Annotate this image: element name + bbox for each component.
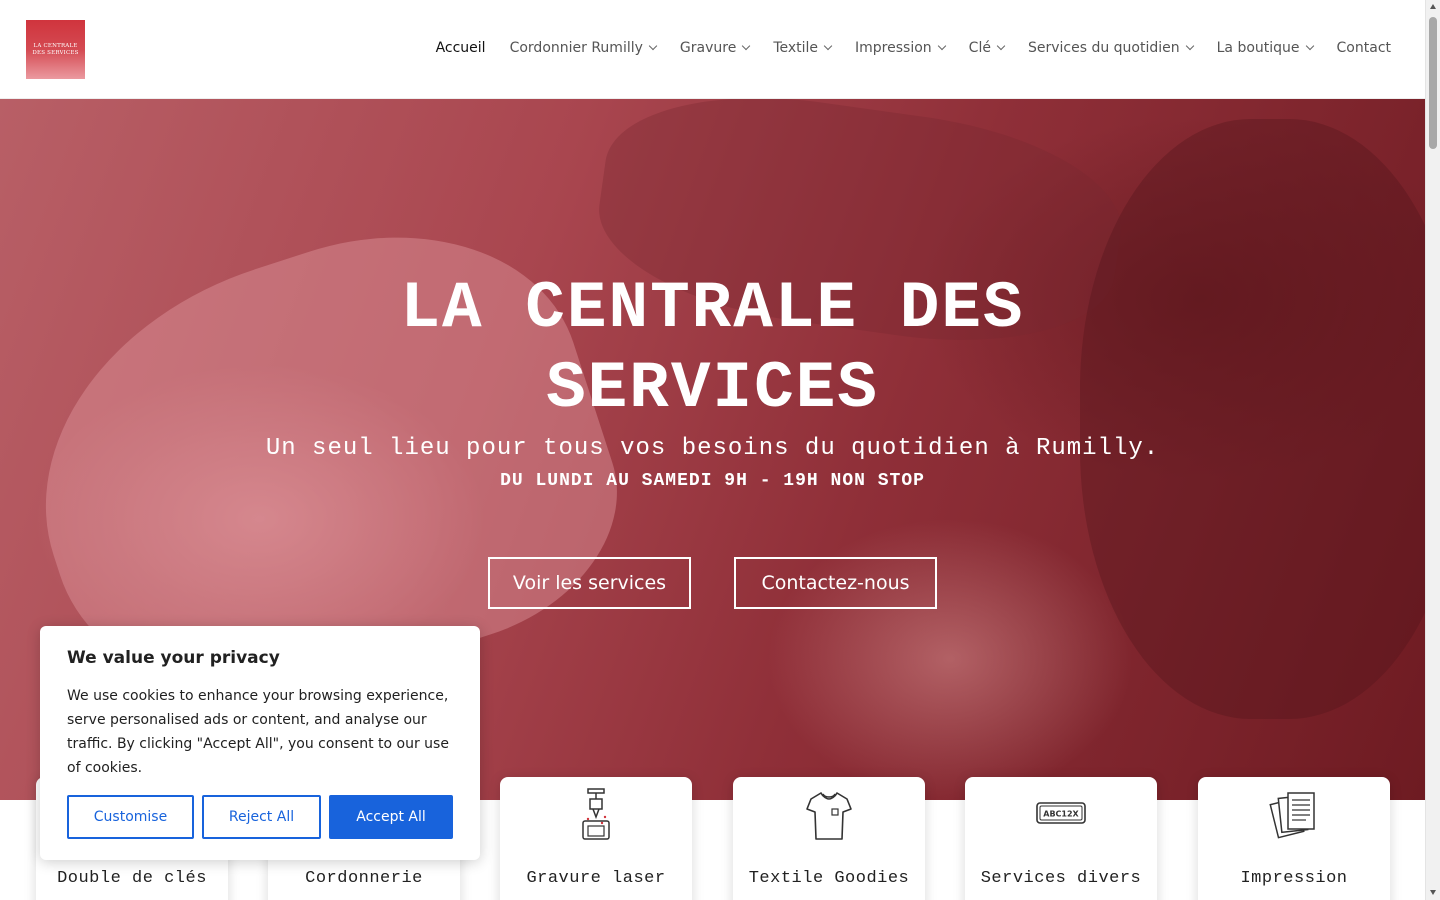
scroll-down-arrow-icon[interactable] xyxy=(1430,890,1436,895)
service-card-label: Services divers xyxy=(980,869,1142,888)
chevron-down-icon xyxy=(1185,41,1194,51)
site-header: LA CENTRALE DES SERVICES Accueil Cordonn… xyxy=(0,0,1425,99)
cookie-consent-banner: We value your privacy We use cookies to … xyxy=(40,626,480,860)
license-plate-icon: ABC12X xyxy=(1036,802,1086,824)
accept-all-button[interactable]: Accept All xyxy=(329,795,453,839)
hero-title-line2: SERVICES xyxy=(546,351,879,426)
service-card-divers[interactable]: ABC12X Services divers xyxy=(965,777,1157,900)
opening-hours: DU LUNDI AU SAMEDI 9H - 19H NON STOP xyxy=(500,471,925,491)
nav-item-label: Textile xyxy=(773,40,819,56)
service-card-label: Gravure laser xyxy=(526,869,666,888)
documents-icon xyxy=(1269,792,1315,839)
scroll-up-arrow-icon[interactable] xyxy=(1430,4,1436,9)
tshirt-icon xyxy=(806,792,852,840)
scroll-thumb[interactable] xyxy=(1429,17,1437,149)
chevron-down-icon xyxy=(823,41,833,51)
chevron-down-icon xyxy=(937,41,946,51)
site-logo[interactable]: LA CENTRALE DES SERVICES xyxy=(26,20,85,79)
laser-engraver-icon xyxy=(582,788,610,840)
plate-text: ABC12X xyxy=(1043,810,1079,819)
service-card-label: Impression xyxy=(1240,869,1348,888)
view-services-button[interactable]: Voir les services xyxy=(488,557,691,609)
nav-item-services-quotidien[interactable]: Services du quotidien xyxy=(1027,40,1194,56)
page-scrollbar[interactable] xyxy=(1425,0,1440,900)
nav-item-label: Services du quotidien xyxy=(1027,40,1180,56)
nav-item-label: Contact xyxy=(1336,40,1391,56)
nav-item-impression[interactable]: Impression xyxy=(855,40,946,56)
nav-item-label: La boutique xyxy=(1216,40,1300,56)
nav-item-textile[interactable]: Textile xyxy=(773,40,833,56)
cookie-title: We value your privacy xyxy=(67,648,280,668)
nav-item-label: Accueil xyxy=(435,40,486,56)
service-card-label: Textile Goodies xyxy=(748,869,910,888)
nav-item-label: Clé xyxy=(968,40,991,56)
main-nav: Accueil Cordonnier Rumilly Gravure Texti… xyxy=(412,40,1391,56)
nav-item-accueil[interactable]: Accueil xyxy=(436,40,486,56)
cookie-description: We use cookies to enhance your browsing … xyxy=(67,688,449,776)
service-card-label: Double de clés xyxy=(57,869,207,888)
nav-item-label: Gravure xyxy=(679,40,737,56)
nav-item-contact[interactable]: Contact xyxy=(1337,40,1391,56)
reject-all-button[interactable]: Reject All xyxy=(202,795,321,839)
nav-item-cle[interactable]: Clé xyxy=(968,40,1006,56)
service-card-label: Cordonnerie xyxy=(305,869,423,888)
nav-item-gravure[interactable]: Gravure xyxy=(679,40,751,56)
chevron-down-icon xyxy=(996,41,1006,51)
service-card-textile[interactable]: Textile Goodies xyxy=(733,777,925,900)
nav-item-boutique[interactable]: La boutique xyxy=(1216,40,1314,56)
service-card-gravure[interactable]: Gravure laser xyxy=(500,777,692,900)
nav-item-label: Cordonnier Rumilly xyxy=(509,40,643,56)
hero-title-line1: LA CENTRALE DES xyxy=(400,271,1025,346)
contact-us-button[interactable]: Contactez-nous xyxy=(734,557,937,609)
chevron-down-icon xyxy=(648,41,658,51)
nav-item-cordonnier[interactable]: Cordonnier Rumilly xyxy=(509,40,658,56)
service-card-impression[interactable]: Impression xyxy=(1198,777,1390,900)
hero-subtitle: Un seul lieu pour tous vos besoins du qu… xyxy=(265,435,1160,462)
chevron-down-icon xyxy=(742,41,751,51)
customise-button[interactable]: Customise xyxy=(67,795,194,839)
logo-line2: DES SERVICES xyxy=(32,49,79,56)
nav-item-label: Impression xyxy=(855,40,932,56)
chevron-down-icon xyxy=(1305,41,1314,51)
hero-title: LA CENTRALE DES SERVICES xyxy=(0,269,1425,429)
